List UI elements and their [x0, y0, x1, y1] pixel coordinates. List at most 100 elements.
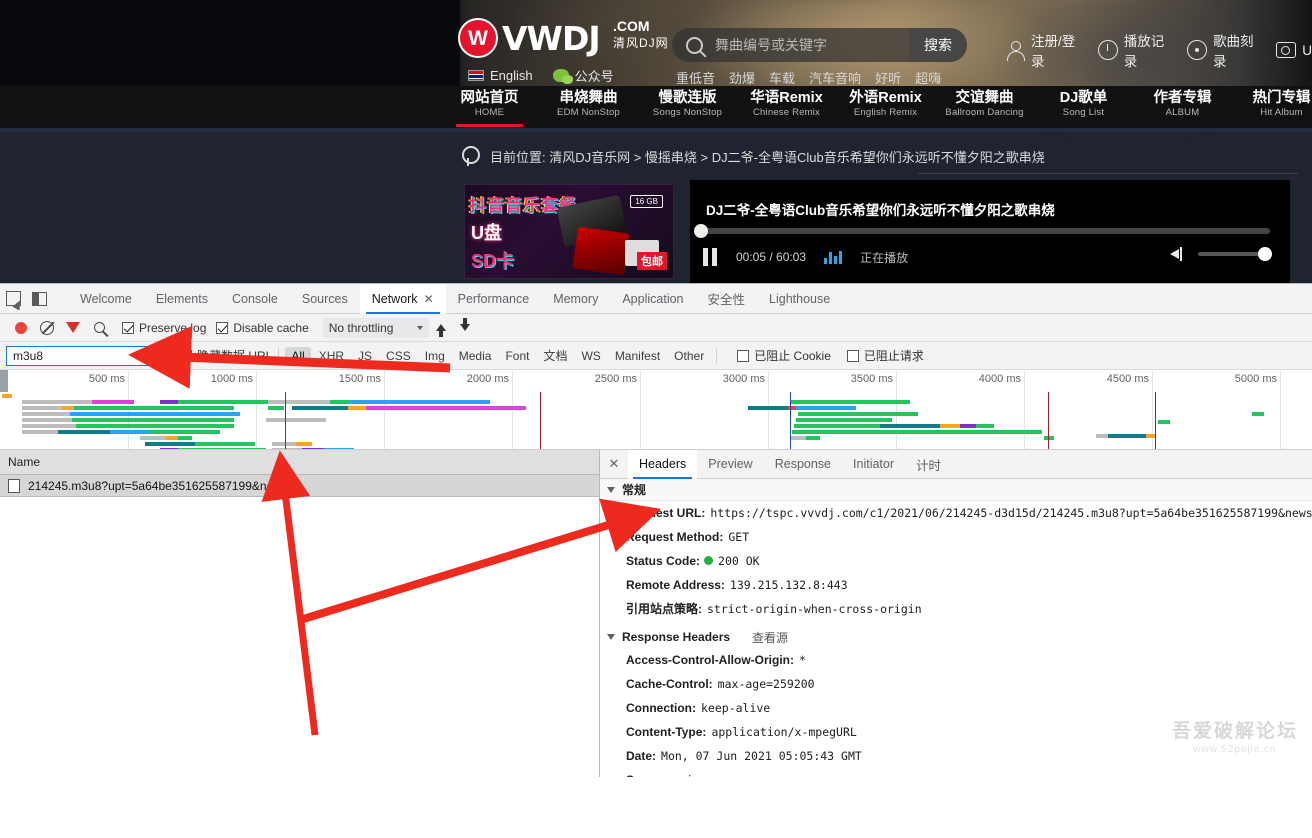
site-search-box[interactable]: 搜索 — [672, 28, 967, 62]
tab-application[interactable]: Application — [610, 284, 695, 314]
type-filter-xhr[interactable]: XHR — [313, 347, 350, 365]
language-row: English 公众号 — [468, 66, 614, 85]
response-header-row-2: Connection: keep-alive — [600, 696, 1312, 720]
type-filter-manifest[interactable]: Manifest — [609, 347, 666, 365]
search-button[interactable] — [86, 314, 112, 342]
inspect-element-button[interactable] — [0, 284, 26, 314]
type-filter-ws[interactable]: WS — [575, 347, 606, 365]
general-row-request-method: Request Method: GET — [600, 525, 1312, 549]
server-key: Server: — [626, 771, 667, 777]
pause-icon[interactable] — [702, 248, 718, 266]
detail-tab-initiator[interactable]: Initiator — [842, 450, 905, 479]
dom-content-loaded-line — [285, 392, 286, 449]
nav-item-hit-album[interactable]: 热门专辑 Hit Album — [1232, 86, 1312, 130]
network-overview-timeline[interactable]: 500 ms 1000 ms 1500 ms 2000 ms 2500 ms 3… — [0, 370, 1312, 450]
type-filter-css[interactable]: CSS — [380, 347, 417, 365]
request-url-key: Request URL: — [626, 506, 706, 520]
language-english[interactable]: English — [468, 68, 533, 83]
type-filter-font[interactable]: Font — [499, 347, 535, 365]
nav-item-song-list[interactable]: DJ歌单 Song List — [1034, 86, 1133, 130]
type-filter-doc[interactable]: 文档 — [537, 345, 573, 366]
close-icon[interactable]: ✕ — [600, 450, 628, 479]
cache-control-value: max-age=259200 — [717, 677, 815, 691]
nav-item-songs-cn: 慢歌连版 — [658, 90, 717, 106]
general-row-referrer-policy: 引用站点策略: strict-origin-when-cross-origin — [600, 597, 1312, 621]
tab-network-close-icon[interactable]: ✕ — [424, 292, 434, 306]
tab-memory[interactable]: Memory — [541, 284, 610, 314]
wechat-link[interactable]: 公众号 — [552, 66, 614, 85]
nav-item-home[interactable]: 网站首页 HOME — [440, 86, 539, 130]
usb-link[interactable]: U — [1276, 42, 1312, 58]
site-search-button[interactable]: 搜索 — [909, 28, 967, 62]
general-section-header[interactable]: 常规 — [600, 479, 1312, 501]
preserve-log-checkbox[interactable]: Preserve log — [122, 321, 206, 335]
player-progress-knob[interactable] — [694, 224, 708, 238]
logo-brand-text: VWDJ — [502, 18, 601, 58]
nav-item-hit-en: Hit Album — [1260, 107, 1303, 118]
tab-welcome[interactable]: Welcome — [68, 284, 144, 314]
volume-slider[interactable] — [1198, 247, 1272, 261]
network-filter-field[interactable]: ✕ — [6, 345, 176, 366]
remote-address-value: 139.215.132.8:443 — [729, 578, 848, 592]
tab-lighthouse[interactable]: Lighthouse — [757, 284, 842, 314]
view-source-link[interactable]: 查看源 — [752, 629, 788, 646]
tab-elements[interactable]: Elements — [144, 284, 220, 314]
detail-tab-timing[interactable]: 计时 — [905, 450, 952, 479]
export-har-button[interactable] — [453, 314, 477, 342]
tab-sources[interactable]: Sources — [290, 284, 360, 314]
site-search-input[interactable] — [703, 37, 909, 53]
play-history-link[interactable]: 播放记录 — [1097, 30, 1171, 70]
speaker-icon[interactable] — [1170, 246, 1186, 262]
burn-song-link[interactable]: 歌曲刻录 — [1186, 30, 1260, 70]
clear-input-icon[interactable]: ✕ — [168, 349, 176, 362]
type-filter-img[interactable]: Img — [419, 347, 451, 365]
clear-button[interactable] — [34, 314, 60, 342]
disable-cache-checkbox[interactable]: Disable cache — [216, 321, 309, 335]
type-filter-js[interactable]: JS — [352, 347, 378, 365]
hot-keyword-3[interactable]: 汽车音响 — [809, 68, 861, 87]
blocked-cookies-box-icon — [737, 349, 750, 362]
table-row[interactable]: 214245.m3u8?upt=5a64be351625587199&news — [0, 475, 599, 497]
record-button[interactable] — [8, 314, 34, 342]
device-toolbar-button[interactable] — [26, 284, 52, 314]
hot-keyword-5[interactable]: 超嗨 — [915, 68, 941, 87]
nav-item-songs-nonstop[interactable]: 慢歌连版 Songs NonStop — [638, 86, 737, 130]
register-login-link[interactable]: 注册/登录 — [1005, 30, 1082, 70]
detail-tab-headers[interactable]: Headers — [628, 450, 698, 479]
nav-item-ballroom-cn: 交谊舞曲 — [955, 90, 1014, 106]
tab-security[interactable]: 安全性 — [696, 284, 758, 314]
type-filter-all[interactable]: All — [285, 346, 311, 365]
site-logo[interactable]: W VWDJ — [458, 18, 601, 58]
blocked-requests-checkbox[interactable]: 已阻止请求 — [846, 347, 924, 364]
tab-network[interactable]: Network ✕ — [359, 283, 446, 314]
throttling-select[interactable]: No throttling — [322, 317, 430, 338]
hot-keyword-0[interactable]: 重低音 — [676, 68, 715, 87]
request-list-header: Name — [0, 450, 599, 475]
network-filter-input[interactable] — [7, 348, 168, 363]
language-english-label: English — [490, 68, 533, 83]
inspect-icon — [5, 291, 21, 306]
type-filter-media[interactable]: Media — [453, 347, 498, 365]
blocked-cookies-checkbox[interactable]: 已阻止 Cookie — [737, 347, 831, 364]
nav-item-ballroom[interactable]: 交谊舞曲 Ballroom Dancing — [935, 86, 1034, 130]
response-headers-section-header[interactable]: Response Headers 查看源 — [600, 626, 1312, 648]
filter-toggle-button[interactable] — [60, 314, 86, 342]
nav-item-edm-nonstop[interactable]: 串烧舞曲 EDM NonStop — [539, 86, 638, 130]
hot-keyword-2[interactable]: 车载 — [769, 68, 795, 87]
nav-item-chinese-remix[interactable]: 华语Remix Chinese Remix — [737, 86, 836, 130]
type-filter-other[interactable]: Other — [668, 347, 710, 365]
hide-data-urls-checkbox[interactable]: 隐藏数据 URL — [180, 347, 272, 364]
tick-label-8: 4500 ms — [1106, 373, 1149, 385]
detail-tab-preview[interactable]: Preview — [697, 450, 763, 479]
import-har-button[interactable] — [429, 314, 453, 342]
hot-keyword-4[interactable]: 好听 — [875, 68, 901, 87]
hot-keyword-1[interactable]: 劲爆 — [729, 68, 755, 87]
tab-performance[interactable]: Performance — [446, 284, 542, 314]
tab-console[interactable]: Console — [220, 284, 290, 314]
player-progress-track[interactable] — [700, 228, 1270, 234]
detail-tab-response[interactable]: Response — [764, 450, 842, 479]
nav-item-english-remix[interactable]: 外语Remix English Remix — [836, 86, 935, 130]
nav-item-album[interactable]: 作者专辑 ALBUM — [1133, 86, 1232, 130]
blocked-requests-label: 已阻止请求 — [863, 349, 924, 363]
ad-thumbnail[interactable]: 抖音音乐套餐 U盘 SD卡 16 GB 包邮 — [464, 184, 674, 279]
